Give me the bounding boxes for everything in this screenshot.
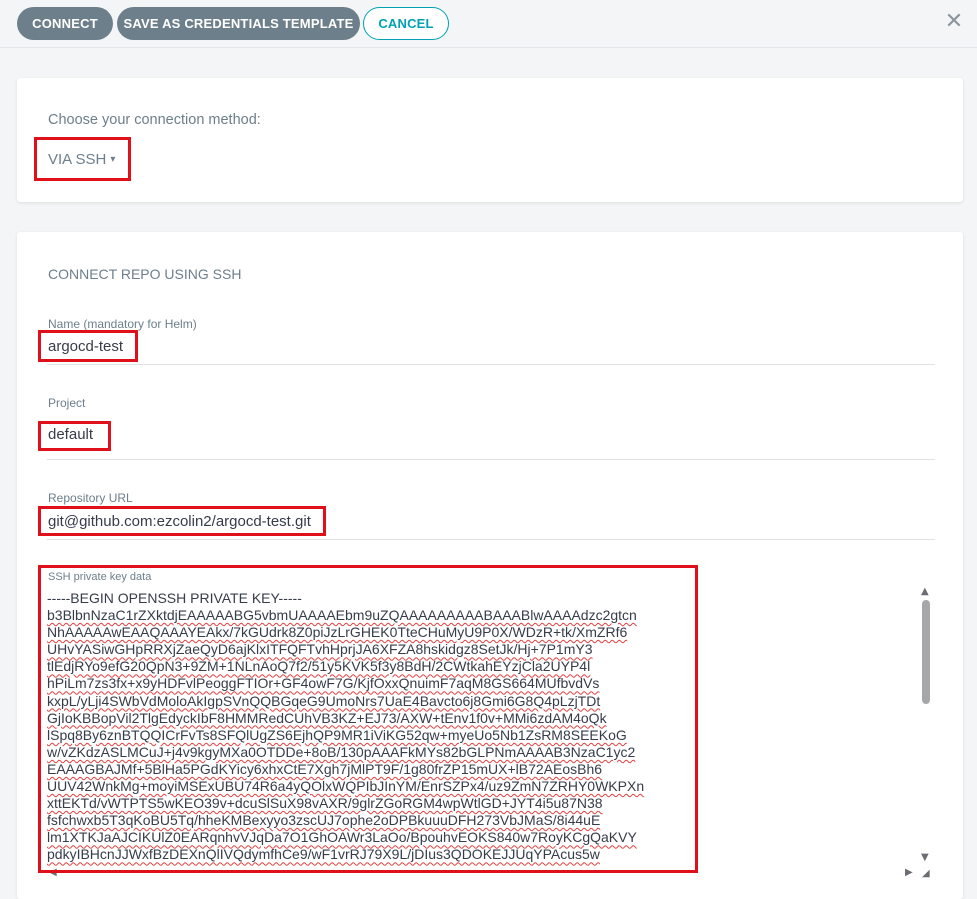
repository-url-input[interactable]: git@github.com:ezcolin2/argocd-test.git [48,513,311,530]
ssh-key-line: fsfchwxb5T3qKoBU5Tq/hheKMBexyyo3zscUJ7op… [47,812,601,829]
connection-method-dropdown[interactable]: VIA SSH ▾ [48,151,115,168]
ssh-key-line: UHvYASiwGHpRRXjZaeQyD6ajKlxITFQFTvhHprjJ… [47,641,593,658]
connection-method-selected: VIA SSH [48,151,107,168]
caret-down-icon: ▾ [110,154,116,165]
repository-url-field-label: Repository URL [48,491,133,505]
scroll-left-arrow-icon[interactable]: ◀ [49,867,57,878]
vertical-scrollbar-thumb[interactable] [922,600,930,704]
ssh-key-line: UUV42WnkMg+moyiMSExUBU74R6a4yQOlxWQPIbJI… [47,778,645,795]
cancel-button[interactable]: CANCEL [363,7,449,40]
close-icon[interactable]: ✕ [944,11,964,33]
connection-method-card [17,78,963,202]
ssh-key-line: lm1XTKJaAJCIKUlZ0EARqnhvVJqDa7O1GhOAWr3L… [47,829,637,846]
ssh-key-line: hPiLm7zs3fx+x9yHDFvlPeoggFTIOr+GF4owF7G/… [47,675,600,692]
scroll-right-arrow-icon[interactable]: ▶ [905,867,913,878]
project-field-label: Project [48,396,86,410]
ssh-key-line: GjIoKBBopVil2TlgEdyckIbF8HMMRedCUhVB3KZ+… [47,709,607,726]
top-toolbar: CONNECT SAVE AS CREDENTIALS TEMPLATE CAN… [0,0,977,48]
resize-grip-icon[interactable]: ◢ [922,868,934,880]
project-input[interactable]: default [48,426,93,443]
connection-method-prompt: Choose your connection method: [48,112,261,128]
name-input-underline [47,364,935,365]
ssh-key-line: -----BEGIN OPENSSH PRIVATE KEY----- [47,590,302,606]
scroll-up-arrow-icon[interactable]: ▲ [921,586,929,597]
project-input-underline [47,459,935,460]
ssh-key-field-label: SSH private key data [48,571,152,583]
horizontal-scrollbar[interactable]: ◀ ▶ [47,866,917,880]
ssh-key-line: tlEdjRYo9efG20QpN3+9ZM+1NLnAoQ7f2/51y5KV… [47,658,591,675]
ssh-key-line: xttEKTd/vWTPTS5wKEO39v+dcuSlSuX98vAXR/9g… [47,795,603,812]
save-as-credentials-template-button[interactable]: SAVE AS CREDENTIALS TEMPLATE [117,7,360,40]
ssh-private-key-textarea[interactable]: -----BEGIN OPENSSH PRIVATE KEY----- b3Blb… [47,590,917,868]
ssh-key-line: NhAAAAAwEAAQAAAYEAkx/7kGUdrk8Z0piJzLrGHE… [47,624,628,641]
ssh-key-line: lSpq8By6znBTQQICrFvTs8SFQlUgZS6EjhQP9MR1… [47,726,627,743]
section-heading: CONNECT REPO USING SSH [48,266,242,282]
ssh-key-line: pdkyIBHcnJJWxfBzDEXnQlIVQdymfhCe9/wF1vrR… [47,846,600,863]
vertical-scrollbar[interactable]: ▲ ▼ [918,586,934,863]
ssh-key-line: kxpL/yLji4SWbVdMoloAkIgpSVnQQBGqeG9UmoNr… [47,692,601,709]
ssh-key-line: w/vZKdzASLMCuJ+j4v9kgyMXa0OTDDe+8oB/130p… [47,743,636,760]
scroll-down-arrow-icon[interactable]: ▼ [921,852,929,863]
ssh-key-line: b3BlbnNzaC1rZXktdjEAAAAABG5vbmUAAAAEbm9u… [47,607,637,624]
name-field-label: Name (mandatory for Helm) [48,317,197,331]
ssh-key-line: EAAAGBAJMf+5BlHa5PGdKYicy6xhxCtE7Xgh7jMl… [47,760,603,777]
repository-url-underline [47,539,935,540]
name-input[interactable]: argocd-test [48,338,123,355]
connect-button[interactable]: CONNECT [17,7,113,40]
